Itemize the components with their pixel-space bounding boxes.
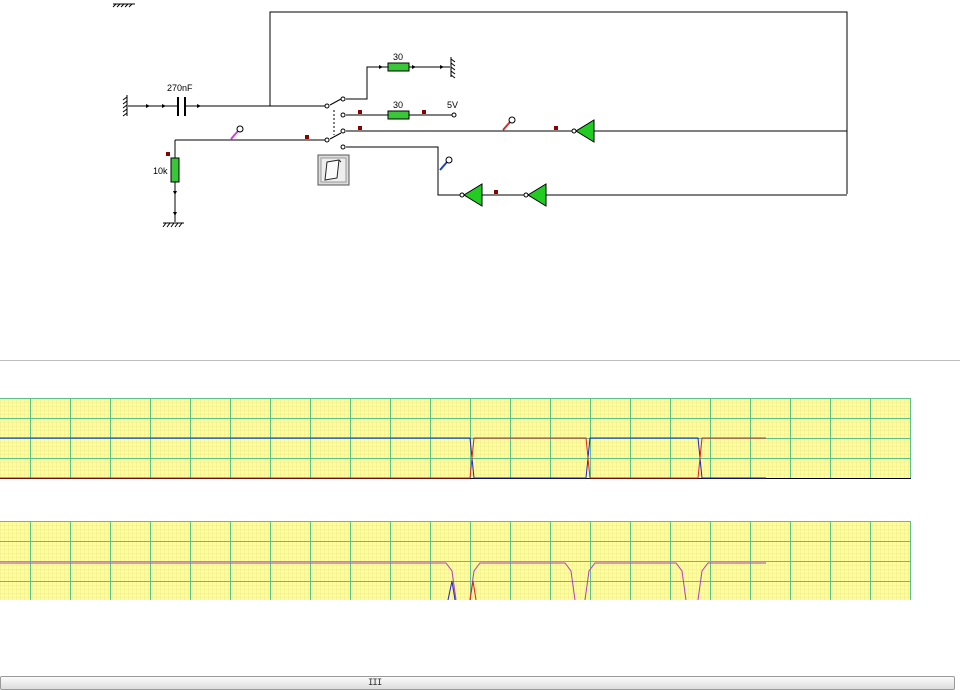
probe-marker: [494, 190, 498, 194]
supply-terminal: [451, 112, 457, 118]
scrollbar-grip[interactable]: III: [368, 678, 382, 689]
ground-icon: [112, 3, 135, 8]
switch-contact: [324, 137, 330, 143]
probe-marker: [305, 135, 309, 139]
horizontal-scrollbar[interactable]: III: [0, 676, 955, 690]
probe-icon[interactable]: [230, 125, 244, 140]
wire-arrow: [162, 104, 166, 108]
probe-icon[interactable]: [502, 116, 516, 131]
wire-arrow: [173, 191, 177, 195]
oscilloscope-trace-2: [0, 521, 911, 600]
wire-to-resistor-top: [346, 66, 388, 100]
wire-arrow: [412, 65, 416, 69]
buffer-triangle-icon[interactable]: [523, 183, 547, 207]
supply-label: 5V: [447, 100, 458, 110]
capacitor-label: 270nF: [167, 83, 193, 93]
wire-to-lower-buffers: [346, 146, 460, 196]
wire-arrow: [173, 212, 177, 216]
switch-blade-2: [329, 132, 342, 140]
resistor-top[interactable]: [387, 62, 410, 72]
probe-marker: [166, 152, 170, 156]
switch-contact: [340, 128, 346, 134]
probe-marker: [422, 110, 426, 114]
splitter-divider: [0, 360, 960, 361]
switch-contact: [324, 103, 330, 109]
ground-icon: [162, 222, 184, 228]
buffer-triangle-icon[interactable]: [571, 119, 595, 143]
switch-contact: [340, 144, 346, 150]
probe-marker: [554, 126, 558, 130]
probe-marker: [358, 126, 362, 130]
resistor-bottom[interactable]: [170, 157, 180, 183]
ground-icon: [450, 57, 456, 79]
switch-blade-1: [329, 98, 342, 106]
wire-arrow: [440, 65, 444, 69]
probe-icon[interactable]: [439, 156, 453, 171]
panel-splitter[interactable]: III: [0, 337, 960, 690]
resistor-bottom-label: 10k: [153, 166, 168, 176]
resistor-top-label: 30: [393, 52, 403, 62]
toggle-button-icon[interactable]: [317, 154, 350, 186]
resistor-mid-label: 30: [393, 100, 403, 110]
buffer-triangle-icon[interactable]: [459, 183, 483, 207]
wire-arrow: [197, 104, 201, 108]
wire-arrow: [146, 104, 150, 108]
scope-minor-grid: [0, 521, 911, 600]
circuit-schematic: 270nF 30 30 5V 10k: [112, 3, 848, 228]
resistor-mid[interactable]: [387, 110, 410, 120]
oscilloscope-trace-1: [0, 398, 911, 479]
ground-icon: [122, 95, 128, 117]
switch-contact: [340, 112, 346, 118]
wire-feedback-top: [269, 11, 848, 194]
switch-contact: [340, 96, 346, 102]
probe-marker: [358, 110, 362, 114]
wire-arrow: [379, 65, 383, 69]
